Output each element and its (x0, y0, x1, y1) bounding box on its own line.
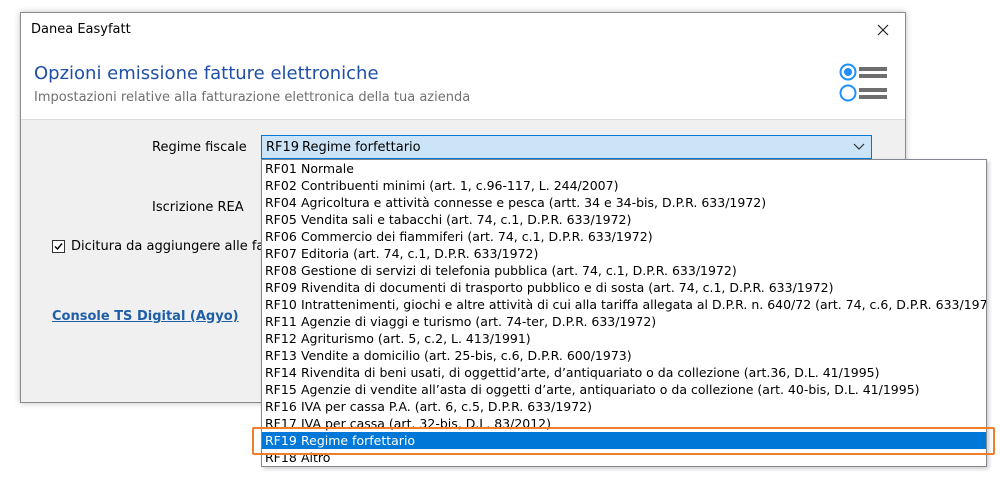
close-button[interactable] (861, 13, 905, 47)
option-code: RF04 (265, 195, 297, 210)
option-label: Normale (301, 161, 354, 176)
regime-fiscale-label: Regime fiscale (152, 140, 247, 155)
option-code: RF16 (265, 399, 297, 414)
option-code: RF12 (265, 331, 297, 346)
regime-selected-value: RF19 Regime forfettario (266, 140, 421, 155)
option-code: RF15 (265, 382, 297, 397)
option-label: Rivendita di beni usati, di oggettid’art… (301, 365, 880, 380)
dropdown-option-rf14[interactable]: RF14 Rivendita di beni usati, di oggettid… (262, 364, 986, 381)
option-code: RF13 (265, 348, 297, 363)
option-code: RF18 (265, 450, 297, 465)
option-code: RF19 (265, 433, 297, 448)
option-code: RF01 (265, 161, 297, 176)
option-label: Agenzie di vendite all’asta di oggetti d… (301, 382, 920, 397)
dropdown-option-rf07[interactable]: RF07 Editoria (art. 74, c.1, D.P.R. 633/1… (262, 245, 986, 262)
option-code: RF05 (265, 212, 297, 227)
option-code: RF09 (265, 280, 297, 295)
dropdown-option-rf19[interactable]: RF19 Regime forfettario (262, 432, 986, 449)
regime-selected-code: RF19 (266, 140, 300, 155)
dicitura-checkbox[interactable] (52, 240, 65, 253)
option-code: RF02 (265, 178, 297, 193)
regime-selected-label: Regime forfettario (302, 140, 421, 155)
dropdown-option-rf13[interactable]: RF13 Vendite a domicilio (art. 25-bis, c.… (262, 347, 986, 364)
option-code: RF17 (265, 416, 297, 431)
dialog-header: Opzioni emissione fatture elettroniche I… (21, 47, 905, 120)
dropdown-option-rf12[interactable]: RF12 Agriturismo (art. 5, c.2, L. 413/199… (262, 330, 986, 347)
regime-fiscale-dropdown-list: RF01 Normale RF02 Contribuenti minimi (art.… (261, 159, 987, 467)
dropdown-option-rf10[interactable]: RF10 Intrattenimenti, giochi e altre atti… (262, 296, 986, 313)
dropdown-option-rf16[interactable]: RF16 IVA per cassa P.A. (art. 6, c.5, D.P… (262, 398, 986, 415)
dropdown-option-rf08[interactable]: RF08 Gestione di servizi di telefonia pub… (262, 262, 986, 279)
option-label: Agricoltura e attività connesse e pesca … (301, 195, 767, 210)
option-code: RF08 (265, 263, 297, 278)
option-code: RF06 (265, 229, 297, 244)
option-code: RF07 (265, 246, 297, 261)
option-code: RF10 (265, 297, 297, 312)
option-code: RF11 (265, 314, 297, 329)
close-icon (877, 24, 889, 36)
option-label: IVA per cassa (art. 32-bis, D.L. 83/2012… (301, 416, 552, 431)
dropdown-option-rf01[interactable]: RF01 Normale (262, 160, 986, 177)
page-subtitle: Impostazioni relative alla fatturazione … (34, 90, 471, 105)
option-label: Agenzie di viaggi e turismo (art. 74-ter… (301, 314, 657, 329)
option-label: Vendita sali e tabacchi (art. 74, c.1, D… (301, 212, 632, 227)
option-label: Rivendita di documenti di trasporto pubb… (301, 280, 834, 295)
dropdown-option-rf05[interactable]: RF05 Vendita sali e tabacchi (art. 74, c.… (262, 211, 986, 228)
option-code: RF14 (265, 365, 297, 380)
checkmark-icon (54, 243, 63, 251)
dicitura-checkbox-row[interactable]: Dicitura da aggiungere alle fattu (52, 239, 283, 254)
window-title: Danea Easyfatt (31, 22, 131, 37)
dropdown-option-rf17[interactable]: RF17 IVA per cassa (art. 32-bis, D.L. 83/… (262, 415, 986, 432)
chevron-down-icon (853, 143, 865, 150)
option-label: Intrattenimenti, giochi e altre attività… (301, 297, 987, 312)
iscrizione-rea-label: Iscrizione REA (152, 200, 244, 215)
option-label: Vendite a domicilio (art. 25-bis, c.6, D… (301, 348, 632, 363)
option-label: IVA per cassa P.A. (art. 6, c.5, D.P.R. … (301, 399, 593, 414)
option-label: Editoria (art. 74, c.1, D.P.R. 633/1972) (301, 246, 539, 261)
option-label: Gestione di servizi di telefonia pubblic… (301, 263, 737, 278)
console-ts-digital-link[interactable]: Console TS Digital (Agyo) (52, 309, 239, 324)
option-label: Commercio dei fiammiferi (art. 74, c.1, … (301, 229, 653, 244)
options-toggle-icon (839, 63, 887, 102)
option-label: Agriturismo (art. 5, c.2, L. 413/1991) (301, 331, 531, 346)
dropdown-option-rf11[interactable]: RF11 Agenzie di viaggi e turismo (art. 74… (262, 313, 986, 330)
regime-fiscale-select[interactable]: RF19 Regime forfettario (261, 135, 872, 159)
dropdown-option-rf02[interactable]: RF02 Contribuenti minimi (art. 1, c.96-11… (262, 177, 986, 194)
dropdown-option-rf09[interactable]: RF09 Rivendita di documenti di trasporto … (262, 279, 986, 296)
dropdown-option-rf18[interactable]: RF18 Altro (262, 449, 986, 466)
title-bar: Danea Easyfatt (21, 13, 905, 47)
dropdown-option-rf15[interactable]: RF15 Agenzie di vendite all’asta di ogget… (262, 381, 986, 398)
page-title: Opzioni emissione fatture elettroniche (34, 63, 379, 84)
option-label: Contribuenti minimi (art. 1, c.96-117, L… (301, 178, 619, 193)
option-label: Altro (301, 450, 331, 465)
dropdown-option-rf06[interactable]: RF06 Commercio dei fiammiferi (art. 74, c… (262, 228, 986, 245)
option-label: Regime forfettario (301, 433, 416, 448)
dropdown-option-rf04[interactable]: RF04 Agricoltura e attività connesse e pe… (262, 194, 986, 211)
dicitura-label: Dicitura da aggiungere alle fattu (71, 239, 283, 254)
